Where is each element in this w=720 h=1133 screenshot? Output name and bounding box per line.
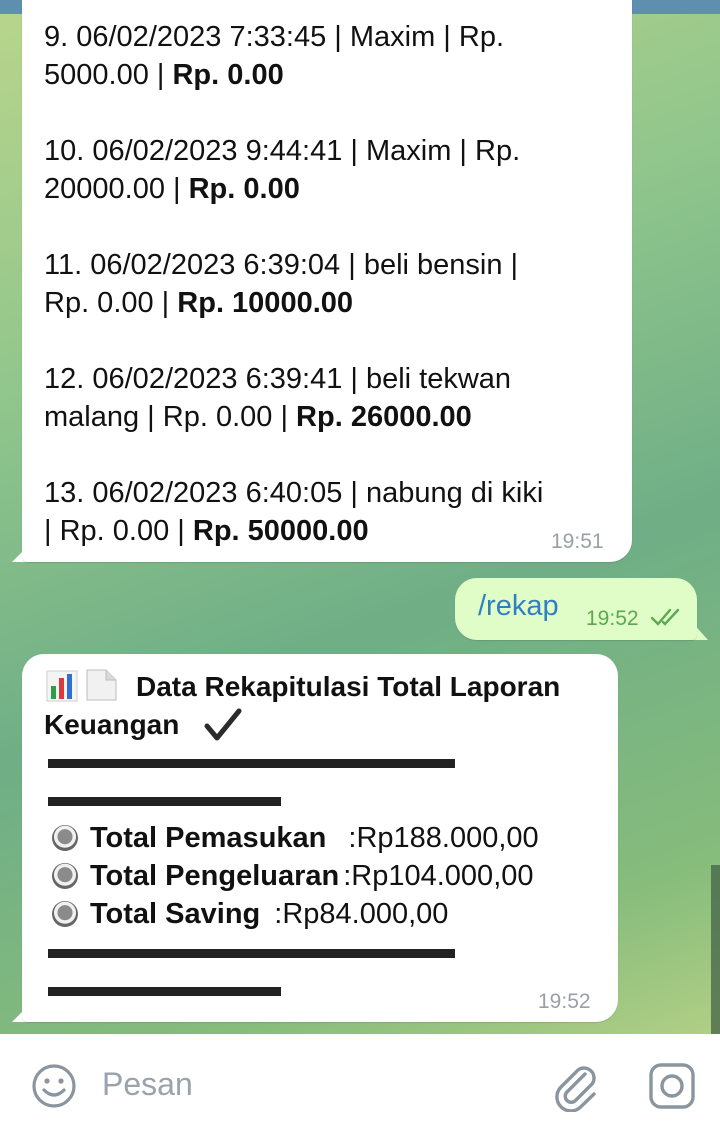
- divider-dashes: ▬▬▬▬▬▬▬▬▬▬▬▬▬▬: [48, 932, 455, 965]
- message-line: Rp. 0.00 | Rp. 10000.00: [44, 287, 354, 319]
- document-icon: [86, 669, 117, 701]
- bar-chart-icon: [46, 670, 78, 702]
- divider-dashes: ▬▬▬▬▬▬▬▬: [48, 780, 281, 813]
- message-line: 12. 06/02/2023 6:39:41 | beli tekwan: [44, 363, 512, 395]
- summary-row-saving: Total Saving :Rp84.000,00: [52, 895, 448, 933]
- message-timestamp: 19:52: [538, 990, 591, 1013]
- message-line: 20000.00 | Rp. 0.00: [44, 173, 300, 205]
- rekap-command-link[interactable]: /rekap: [478, 590, 559, 623]
- summary-label: Total Pemasukan: [90, 822, 327, 854]
- recap-title: Keuangan: [44, 709, 180, 740]
- double-check-icon: [650, 608, 680, 626]
- message-line: 11. 06/02/2023 6:39:04 | beli bensin |: [44, 249, 519, 281]
- summary-value: :Rp188.000,00: [348, 822, 539, 854]
- message-line: 13. 06/02/2023 6:40:05 | nabung di kiki: [44, 477, 544, 509]
- message-input[interactable]: Pesan: [102, 1066, 193, 1103]
- camera-icon[interactable]: [646, 1060, 698, 1112]
- summary-label: Total Pengeluaran: [90, 860, 340, 892]
- radio-button-icon: [52, 825, 78, 851]
- radio-button-icon: [52, 863, 78, 889]
- message-timestamp: 19:52: [586, 607, 639, 630]
- scrollbar[interactable]: [711, 865, 720, 1035]
- message-line: 5000.00 | Rp. 0.00: [44, 59, 284, 91]
- divider-dashes: ▬▬▬▬▬▬▬▬▬▬▬▬▬▬: [48, 742, 455, 775]
- checkmark-icon: [204, 708, 242, 741]
- message-line: | Rp. 0.00 | Rp. 50000.00: [44, 515, 369, 547]
- summary-value: :Rp104.000,00: [343, 860, 534, 892]
- divider-dashes: ▬▬▬▬▬▬▬▬: [48, 970, 281, 1003]
- recap-title: Data Rekapitulasi Total Laporan: [136, 671, 561, 702]
- message-line: 10. 06/02/2023 9:44:41 | Maxim | Rp.: [44, 135, 521, 167]
- paperclip-icon[interactable]: [552, 1060, 600, 1112]
- summary-value: :Rp84.000,00: [274, 898, 449, 930]
- summary-row-expense: Total Pengeluaran :Rp104.000,00: [52, 857, 534, 895]
- message-line: 9. 06/02/2023 7:33:45 | Maxim | Rp.: [44, 21, 505, 53]
- summary-row-income: Total Pemasukan :Rp188.000,00: [52, 819, 539, 857]
- message-timestamp: 19:51: [551, 530, 604, 553]
- message-line: malang | Rp. 0.00 | Rp. 26000.00: [44, 401, 472, 433]
- radio-button-icon: [52, 901, 78, 927]
- summary-label: Total Saving: [90, 898, 261, 930]
- smiley-icon[interactable]: [30, 1062, 78, 1110]
